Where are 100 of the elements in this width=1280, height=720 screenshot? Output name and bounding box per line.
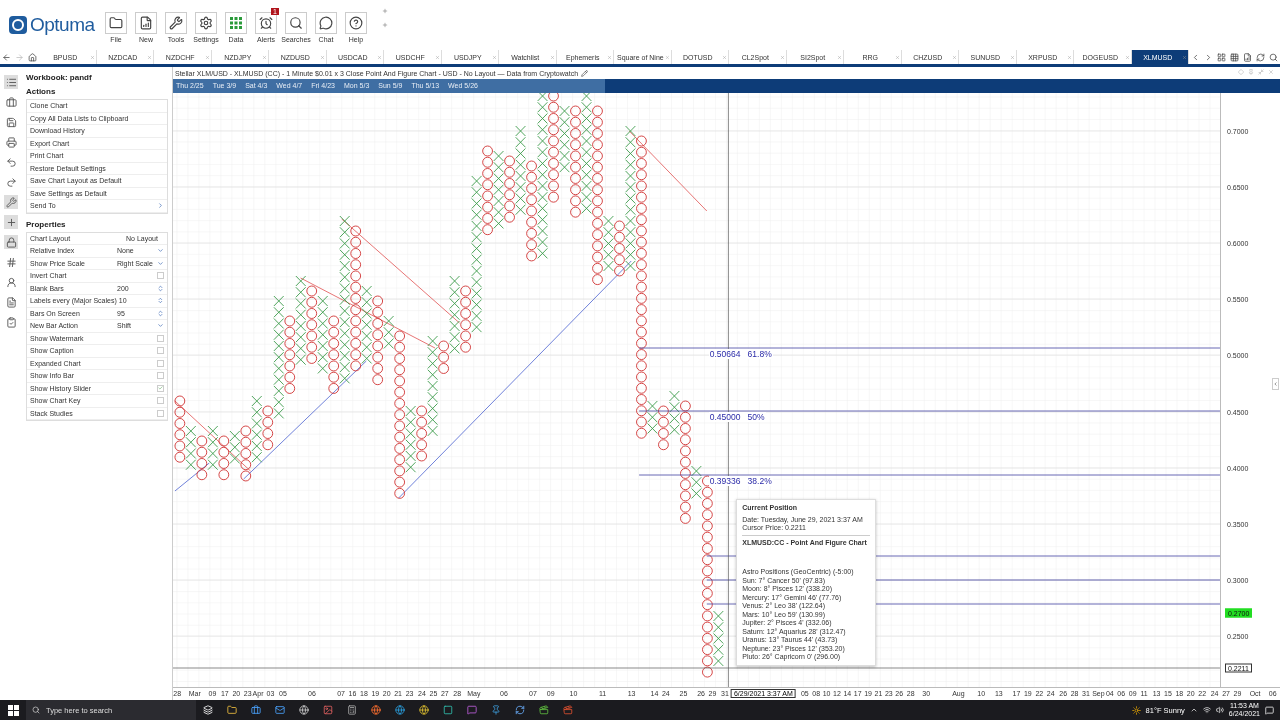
app-icon[interactable]: [443, 705, 453, 715]
browser-icon[interactable]: [371, 705, 381, 715]
spinner-icon[interactable]: [157, 309, 164, 317]
close-icon[interactable]: [147, 54, 152, 60]
wrench-icon: [169, 16, 183, 30]
picture-icon[interactable]: [323, 705, 333, 715]
search-icon: [32, 706, 40, 714]
folder-icon: [109, 16, 123, 30]
close-icon[interactable]: [377, 54, 382, 60]
chart-file-icon: [1243, 52, 1252, 62]
spinner-icon[interactable]: [157, 284, 164, 292]
close-icon[interactable]: [607, 54, 612, 60]
chart-file-icon: [139, 16, 153, 30]
network-icon[interactable]: [1202, 706, 1211, 714]
restore-icon[interactable]: [1258, 69, 1264, 75]
close-icon[interactable]: [434, 54, 440, 60]
logo-text: Optuma: [30, 14, 95, 36]
checkbox[interactable]: [157, 272, 164, 280]
close-icon[interactable]: [722, 54, 727, 60]
alarm-clock-icon: [259, 16, 273, 30]
chat-icon[interactable]: [467, 705, 477, 715]
sun-icon: [1131, 705, 1141, 715]
calculator-icon[interactable]: [347, 705, 357, 715]
close-icon[interactable]: [492, 54, 497, 60]
windows-logo-icon[interactable]: [7, 704, 19, 716]
refresh-button[interactable]: [1254, 50, 1267, 64]
notifications-icon[interactable]: [1265, 705, 1274, 715]
print-icon[interactable]: [4, 135, 18, 149]
pin-icon[interactable]: [1248, 69, 1254, 75]
close-icon[interactable]: [837, 54, 842, 60]
checkbox[interactable]: [157, 372, 164, 380]
app-icon[interactable]: [491, 705, 501, 715]
globe-icon[interactable]: [299, 705, 309, 715]
plus-icon[interactable]: [382, 22, 388, 28]
home-button[interactable]: [26, 50, 39, 64]
close-icon[interactable]: [262, 54, 267, 60]
plus-icon[interactable]: [382, 8, 388, 14]
section-heading: Properties: [26, 218, 67, 231]
home-icon: [28, 52, 37, 62]
fibonacci-label: 0.45000 50%: [708, 412, 766, 422]
redo-icon[interactable]: [4, 175, 18, 189]
app-icon[interactable]: [563, 705, 573, 715]
gears-icon: [199, 16, 213, 30]
close-icon[interactable]: [204, 54, 210, 60]
layout-button[interactable]: [1215, 50, 1228, 64]
close-icon[interactable]: [952, 54, 957, 60]
close-icon[interactable]: [1182, 54, 1187, 60]
grid-button[interactable]: [1228, 50, 1241, 64]
briefcase-icon[interactable]: [4, 95, 18, 109]
checkbox[interactable]: [157, 334, 164, 342]
close-icon[interactable]: [89, 54, 95, 60]
section-heading: Actions: [26, 86, 57, 98]
close-icon[interactable]: [664, 54, 670, 60]
chart-button[interactable]: [1241, 50, 1254, 64]
volume-icon[interactable]: [1215, 706, 1224, 714]
collapse-button[interactable]: [1272, 378, 1279, 391]
refresh-icon: [1256, 52, 1265, 62]
checkbox[interactable]: [157, 384, 164, 392]
close-icon[interactable]: [1009, 54, 1015, 60]
checkbox[interactable]: [157, 359, 164, 367]
mail-icon[interactable]: [275, 705, 285, 715]
close-icon[interactable]: [1124, 54, 1130, 60]
document-icon[interactable]: [4, 295, 18, 309]
binary-digits-icon: [229, 16, 243, 30]
task-view-icon[interactable]: [203, 705, 213, 715]
arrow-right-icon: [15, 52, 24, 62]
logo-icon: [8, 15, 28, 35]
clipboard-icon[interactable]: [4, 315, 18, 329]
workbook-title: Workbook: pandf: [26, 72, 93, 84]
close-icon[interactable]: [319, 54, 325, 60]
checkbox[interactable]: [157, 347, 164, 355]
lock-icon[interactable]: [4, 235, 18, 249]
undo-icon[interactable]: [4, 155, 18, 169]
fibonacci-label: 0.39336 38.2%: [708, 476, 773, 486]
crosshair-icon[interactable]: [4, 215, 18, 229]
arrow-left-icon: [2, 52, 11, 62]
help-icon: [349, 16, 363, 30]
checkbox[interactable]: [157, 409, 164, 417]
app-icon[interactable]: [539, 705, 549, 715]
chevron-up-icon[interactable]: [1189, 706, 1198, 714]
save-icon[interactable]: [4, 115, 18, 129]
dropdown-caret-icon[interactable]: [157, 322, 164, 330]
folder-icon[interactable]: [227, 705, 237, 715]
browser-icon[interactable]: [419, 705, 429, 715]
close-icon[interactable]: [1268, 69, 1274, 75]
close-icon[interactable]: [779, 54, 785, 60]
list-icon[interactable]: [4, 75, 18, 89]
close-icon[interactable]: [549, 54, 555, 60]
app-icon[interactable]: [515, 705, 525, 715]
close-icon[interactable]: [1067, 54, 1072, 60]
checkbox[interactable]: [157, 397, 164, 405]
browser-icon[interactable]: [395, 705, 405, 715]
wrench-icon[interactable]: [4, 195, 18, 209]
chevron-left-icon: [1191, 52, 1200, 62]
grid-icon[interactable]: [4, 255, 18, 269]
person-icon[interactable]: [4, 275, 18, 289]
chevron-left-icon: [1273, 381, 1278, 388]
pencil-icon[interactable]: [581, 69, 589, 77]
close-icon[interactable]: [894, 54, 900, 60]
spinner-icon[interactable]: [157, 297, 164, 305]
